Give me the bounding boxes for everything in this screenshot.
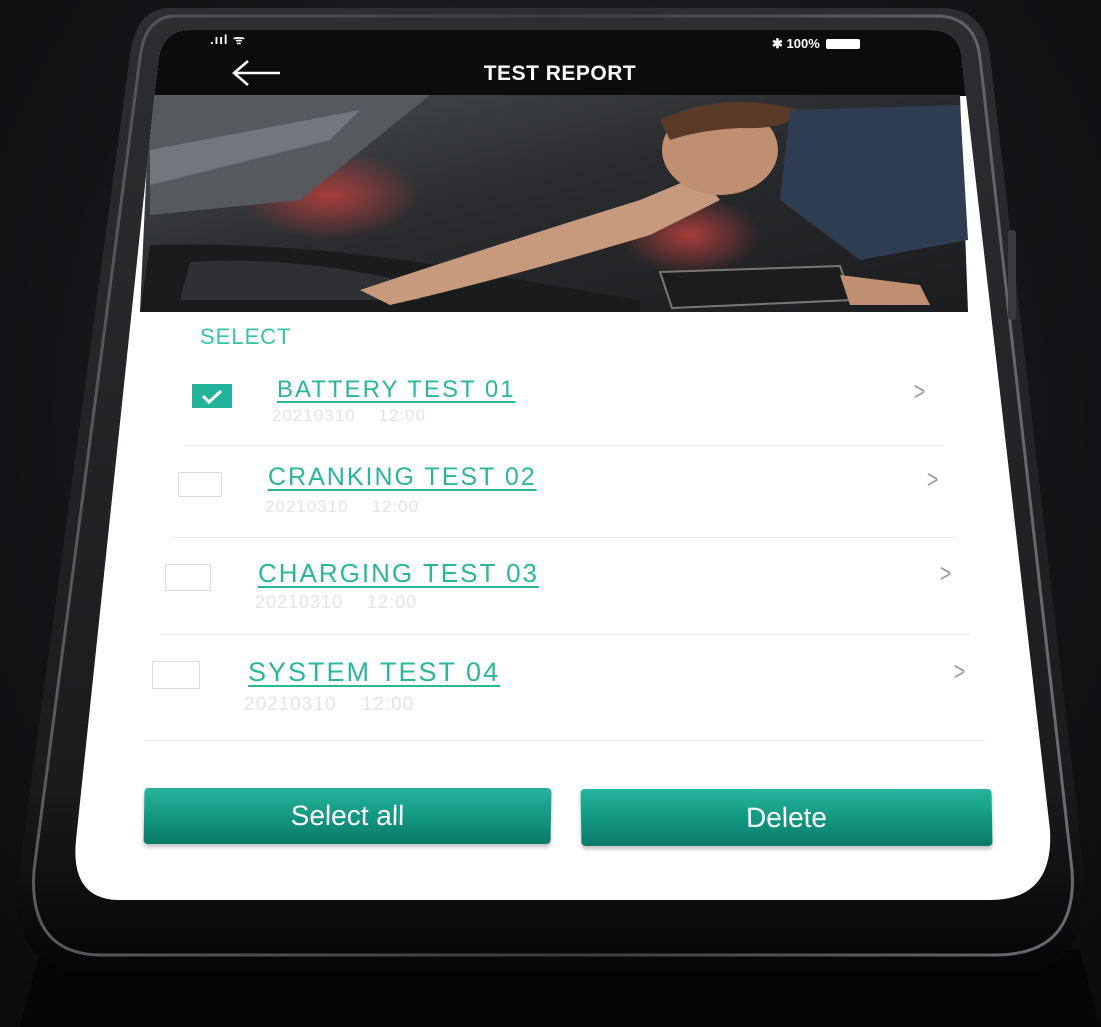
item-timestamp: 20210310 12:00 [244,694,414,716]
arrow-left-icon[interactable] [230,58,282,88]
phone-mockup-scene: .ııl ᯤ ✱ 100% TEST REPORT SELECT BATTERY… [0,0,1101,1027]
item-time: 12:00 [378,406,427,425]
battery-icon [825,39,860,49]
checkbox[interactable] [165,564,211,591]
bluetooth-battery-text: ✱ 100% [772,36,820,51]
item-date: 20210310 [265,497,349,516]
item-timestamp: 20210310 12:00 [265,497,419,517]
page-title: TEST REPORT [483,62,637,85]
item-timestamp: 20210310 12:00 [255,592,417,613]
item-title[interactable]: CRANKING TEST 02 [268,463,537,492]
item-time: 12:00 [361,694,415,715]
checkbox[interactable] [152,661,200,689]
phone-frame [17,8,1100,1027]
item-title[interactable]: CHARGING TEST 03 [258,558,539,589]
chevron-right-icon[interactable]: > [954,656,965,687]
item-title[interactable]: SYSTEM TEST 04 [248,657,500,688]
select-all-button[interactable]: Select all [143,788,552,844]
status-battery: ✱ 100% [772,36,860,52]
item-time: 12:00 [367,592,418,612]
status-signal-wifi: .ııl ᯤ [210,32,246,47]
chevron-right-icon[interactable]: > [940,558,951,589]
divider [185,445,943,446]
select-section-label: SELECT [200,324,292,349]
delete-button[interactable]: Delete [580,789,993,846]
divider [173,537,955,538]
checkbox[interactable] [178,472,222,497]
divider [145,740,985,741]
item-date: 20210310 [255,592,344,612]
item-time: 12:00 [371,497,420,516]
check-icon [201,389,223,405]
divider [160,634,970,635]
chevron-right-icon[interactable]: > [914,376,925,407]
item-title[interactable]: BATTERY TEST 01 [277,376,516,404]
item-date: 20210310 [272,406,356,425]
checkbox-checked[interactable] [192,384,232,408]
item-timestamp: 20210310 12:00 [272,406,426,426]
hero-image [140,95,968,312]
chevron-right-icon[interactable]: > [927,464,938,495]
item-date: 20210310 [244,694,337,715]
